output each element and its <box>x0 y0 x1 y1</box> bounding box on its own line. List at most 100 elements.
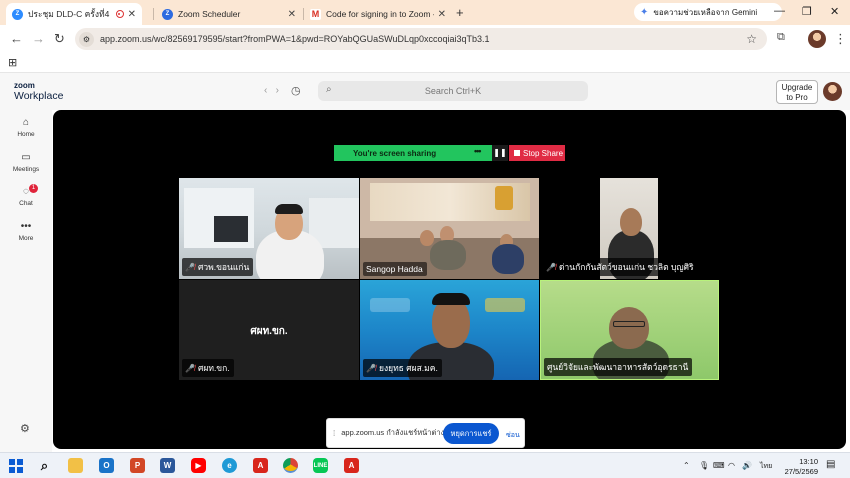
video-tile-active-speaker[interactable]: ศูนย์วิจัยและพัฒนาอาหารสัตว์อุดรธานี <box>540 280 719 380</box>
taskbar-clock[interactable]: 13:10 27/5/2569 <box>776 457 818 477</box>
gmail-icon: M <box>310 8 321 20</box>
search-icon[interactable]: ⌕ <box>37 458 52 473</box>
video-tile[interactable]: Sangop Hadda <box>360 178 539 279</box>
muted-mic-icon: 🎤̸ <box>546 262 556 272</box>
participant-name-tag: 🎤̸ ศผท.ขก. <box>182 359 234 377</box>
browser-profile-avatar[interactable] <box>808 30 826 48</box>
youtube-icon[interactable]: ▶ <box>191 458 206 473</box>
zoom-icon: Z <box>12 8 23 20</box>
reload-icon[interactable]: ↻ <box>54 31 65 47</box>
forward-icon[interactable]: → <box>32 31 45 46</box>
participant-name-tag: 🎤̸ ยงยุทธ ศผส.มค. <box>363 359 442 377</box>
pdf-app-icon[interactable]: A <box>344 458 359 473</box>
gemini-label: ขอความช่วยเหลือจาก Gemini <box>653 7 758 17</box>
zoom-profile-avatar[interactable] <box>823 82 842 101</box>
file-explorer-icon[interactable] <box>68 458 83 473</box>
video-tile[interactable]: 🎤̸ ศวพ.ขอนแก่น <box>179 178 359 279</box>
volume-icon[interactable]: 🔊 <box>742 461 752 470</box>
search-icon: ⌕ <box>326 84 332 95</box>
browser-tab-zoom-scheduler[interactable]: Z Zoom Scheduler ✕ <box>156 3 302 25</box>
sidebar-item-more[interactable]: ••• More <box>0 221 52 242</box>
tab-title: Code for signing in to Zoom - s <box>326 9 434 19</box>
browser-tab-meeting[interactable]: Z ประชุม DLD-C ครั้งที่4 _27 พ.ค. ✕ <box>6 3 142 25</box>
cast-icon[interactable]: ⧉ <box>777 31 785 44</box>
apps-grid-icon[interactable]: ⊞ <box>8 56 17 69</box>
windows-start-icon[interactable] <box>8 458 23 473</box>
browser-menu-icon[interactable]: ⋮ <box>834 31 847 47</box>
sidebar-item-chat[interactable]: ◌ 1 Chat <box>0 184 52 207</box>
more-icon: ••• <box>20 221 32 232</box>
browser-tab-gmail[interactable]: M Code for signing in to Zoom - s ✕ <box>304 3 452 25</box>
upgrade-to-pro-button[interactable]: Upgrade to Pro <box>776 80 818 104</box>
zoom-sidebar: ⌂ Home ▭ Meetings ◌ 1 Chat ••• More ⚙ <box>0 110 52 452</box>
close-tab-icon[interactable]: ✕ <box>128 9 136 20</box>
word-icon[interactable]: W <box>160 458 175 473</box>
settings-gear-icon[interactable]: ⚙ <box>20 422 30 435</box>
stop-share-button[interactable]: Stop Share <box>509 145 565 161</box>
address-bar-row: ← → ↻ ⚙ app.zoom.us/wc/82569179595/start… <box>0 25 850 53</box>
restore-icon[interactable]: ❐ <box>802 5 812 18</box>
close-tab-icon[interactable]: ✕ <box>438 9 446 20</box>
notifications-icon[interactable]: ▤ <box>826 459 835 470</box>
url-text: app.zoom.us/wc/82569179595/start?fromPWA… <box>100 34 490 44</box>
sidebar-item-meetings[interactable]: ▭ Meetings <box>0 152 52 173</box>
chat-badge: 1 <box>29 184 38 193</box>
video-tile[interactable]: 🎤̸ ด่านกักกันสัตว์ขอนแก่น ชวลิต บุญศิริ <box>540 178 719 279</box>
history-nav-arrows[interactable]: ‹ › <box>264 85 279 96</box>
minimize-icon[interactable]: — <box>774 5 785 17</box>
wifi-icon[interactable]: ◠ <box>728 461 735 470</box>
screen-sharing-indicator[interactable]: You're screen sharing ••• <box>334 145 492 161</box>
zoom-logo: zoom Workplace <box>14 81 64 102</box>
bookmark-star-icon[interactable]: ☆ <box>746 32 757 46</box>
muted-mic-icon: 🎤̸ <box>185 363 195 373</box>
line-app-icon[interactable]: LINE <box>313 458 328 473</box>
participant-name-tag: ศูนย์วิจัยและพัฒนาอาหารสัตว์อุดรธานี <box>544 358 693 376</box>
video-camera-icon: ▭ <box>21 152 31 163</box>
hide-notification-link[interactable]: ซ่อน <box>506 430 520 441</box>
new-tab-button[interactable]: + <box>456 5 464 20</box>
zoom-top-bar: zoom Workplace ‹ › ◷ ⌕ Search Ctrl+K Upg… <box>0 73 850 110</box>
chrome-icon[interactable] <box>283 458 298 473</box>
video-tile[interactable]: ศผท.ขก. 🎤̸ ศผท.ขก. <box>179 280 359 380</box>
outlook-icon[interactable]: O <box>99 458 114 473</box>
participant-name-tag: 🎤̸ ศวพ.ขอนแก่น <box>182 258 254 276</box>
stop-sharing-button[interactable]: หยุดการแชร์ <box>443 423 499 444</box>
history-icon[interactable]: ◷ <box>291 84 301 97</box>
pause-share-button[interactable]: ❚❚ <box>492 145 508 161</box>
search-placeholder: Search Ctrl+K <box>424 86 482 96</box>
tab-title: ประชุม DLD-C ครั้งที่4 _27 พ.ค. <box>28 9 110 19</box>
show-hidden-icons[interactable]: ⌃ <box>683 461 690 470</box>
sidebar-item-home[interactable]: ⌂ Home <box>0 117 52 138</box>
screen-share-notification: ⁞ app.zoom.us กำลังแชร์หน้าต่าง หยุดการแ… <box>326 418 525 448</box>
gemini-icon: ✦ <box>640 6 649 18</box>
monitor <box>214 216 248 242</box>
tab-title: Zoom Scheduler <box>178 9 241 19</box>
glasses <box>613 321 645 327</box>
back-icon[interactable]: ← <box>10 31 23 46</box>
pdf-reader-icon[interactable]: A <box>253 458 268 473</box>
screen-share-toolbar: You're screen sharing ••• ❚❚ Stop Share <box>334 145 565 161</box>
bookmarks-bar: ⊞ <box>0 53 850 73</box>
notification-text: app.zoom.us กำลังแชร์หน้าต่าง <box>341 428 445 437</box>
zoom-search-input[interactable]: ⌕ Search Ctrl+K <box>318 81 588 101</box>
edge-icon[interactable]: e <box>222 458 237 473</box>
home-icon: ⌂ <box>22 117 30 128</box>
chat-icon: ◌ <box>23 186 29 197</box>
language-indicator[interactable]: ไทย <box>760 461 772 472</box>
close-window-icon[interactable]: ✕ <box>830 5 839 18</box>
video-tile[interactable]: 🎤̸ ยงยุทธ ศผส.มค. <box>360 280 539 380</box>
touch-keyboard-icon[interactable]: ⌨ <box>713 461 725 470</box>
gemini-button[interactable]: ✦ ขอความช่วยเหลือจาก Gemini <box>634 3 782 21</box>
microphone-icon[interactable]: 🎙 <box>699 461 709 470</box>
powerpoint-icon[interactable]: P <box>130 458 145 473</box>
browser-tab-strip: Z ประชุม DLD-C ครั้งที่4 _27 พ.ค. ✕ Z Zo… <box>0 0 850 25</box>
url-field[interactable]: ⚙ app.zoom.us/wc/82569179595/start?fromP… <box>75 28 767 50</box>
participant-name-tag: Sangop Hadda <box>363 262 427 276</box>
drag-handle-icon[interactable]: ⁞ <box>333 429 335 438</box>
zoom-icon: Z <box>162 8 173 20</box>
recording-icon <box>115 10 124 18</box>
close-tab-icon[interactable]: ✕ <box>288 9 296 20</box>
site-info-icon[interactable]: ⚙ <box>79 31 94 47</box>
windows-taskbar: ⌕ O P W ▶ e A LINE A ⌃ 🎙 ⌨ ◠ 🔊 ไทย 13:10… <box>0 452 850 478</box>
more-options-icon[interactable]: ••• <box>474 146 482 156</box>
